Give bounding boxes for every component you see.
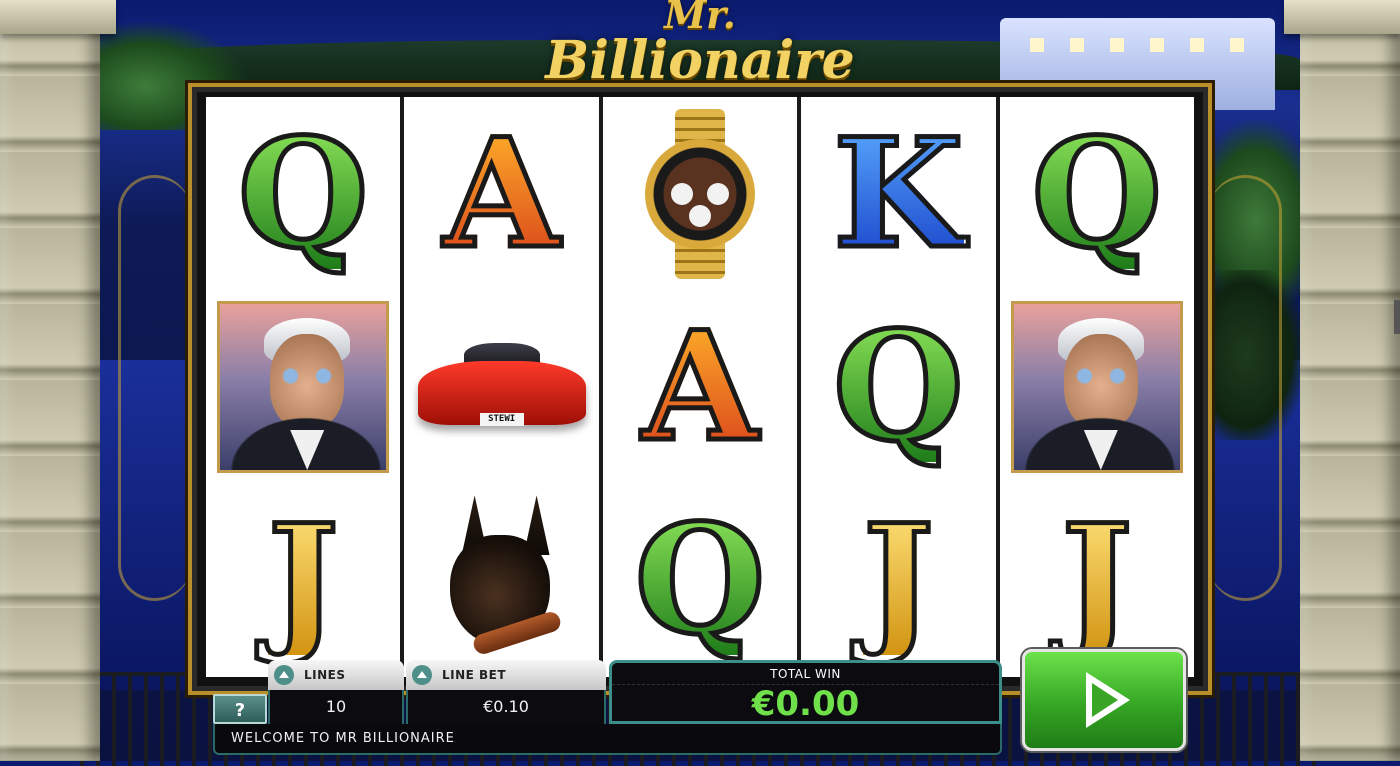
reel-4-symbol-3: J xyxy=(801,484,995,677)
reel-frame: Q J A STEWI A Q K Q J Q J xyxy=(188,83,1212,695)
line-bet-up-arrow-icon[interactable] xyxy=(412,665,432,685)
reel-3: AQ xyxy=(602,97,798,677)
reel-3-symbol-3: Q xyxy=(603,484,797,677)
gold-scroll-left xyxy=(118,175,191,601)
reel-4-symbol-1: K xyxy=(801,97,995,290)
reel-1-symbol-1: Q xyxy=(206,97,400,290)
reel-2-symbol-3 xyxy=(404,484,598,677)
reels: Q J A STEWI A Q K Q J Q J xyxy=(206,97,1195,677)
gold-scroll-right xyxy=(1209,175,1282,601)
sports-car-icon: STEWI xyxy=(417,339,586,435)
reel-4: KQJ xyxy=(801,97,996,677)
reel-1-symbol-2 xyxy=(206,290,400,483)
letter-j-symbol: J xyxy=(860,492,936,669)
stone-pillar-left xyxy=(0,0,116,761)
total-win-amount: €0.00 xyxy=(612,684,999,723)
letter-q-symbol: Q xyxy=(235,105,371,282)
reel-4-symbol-2: Q xyxy=(801,290,995,483)
reel-1: QJ xyxy=(206,97,401,677)
letter-k-symbol: K xyxy=(831,105,966,282)
logo-name: Billionaire xyxy=(545,30,855,91)
line-bet-header[interactable]: LINE BET xyxy=(406,660,606,690)
letter-q-symbol: Q xyxy=(1029,105,1165,282)
spin-button[interactable] xyxy=(1022,649,1186,751)
reel-3-symbol-1 xyxy=(603,97,797,290)
reel-5-symbol-2 xyxy=(1000,290,1194,483)
message-bar: WELCOME TO MR BILLIONAIRE xyxy=(213,724,1002,755)
letter-q-symbol: Q xyxy=(831,298,967,475)
reel-5-symbol-3: J xyxy=(1000,484,1194,677)
gold-watch-icon xyxy=(645,108,756,279)
total-win-label: TOTAL WIN xyxy=(770,667,841,681)
billionaire-portrait-icon xyxy=(1010,300,1183,473)
letter-q-symbol: Q xyxy=(632,492,768,669)
side-tab[interactable] xyxy=(1394,300,1400,334)
game-logo: Mr. Billionaire xyxy=(500,0,900,95)
line-bet-label: LINE BET xyxy=(442,668,507,682)
car-plate: STEWI xyxy=(479,412,524,426)
play-icon xyxy=(1086,672,1130,728)
reel-2: A STEWI xyxy=(404,97,599,677)
reel-5-symbol-1: Q xyxy=(1000,97,1194,290)
doberman-dog-icon xyxy=(432,495,572,665)
line-bet-value: €0.10 xyxy=(406,690,606,724)
reel-2-symbol-1: A xyxy=(404,97,598,290)
lines-control[interactable]: LINES 10 xyxy=(268,660,404,724)
logo-prefix: Mr. xyxy=(664,0,736,37)
lines-label: LINES xyxy=(304,668,346,682)
reel-5: QJ xyxy=(999,97,1195,677)
reel-2-symbol-2: STEWI xyxy=(404,290,598,483)
letter-j-symbol: J xyxy=(265,492,341,669)
letter-a-symbol: A xyxy=(441,105,562,282)
billionaire-portrait-icon xyxy=(217,300,390,473)
total-win-display: TOTAL WIN €0.00 xyxy=(609,660,1002,724)
stone-pillar-right xyxy=(1284,0,1400,761)
letter-a-symbol: A xyxy=(639,298,760,475)
line-bet-control[interactable]: LINE BET €0.10 xyxy=(406,660,606,724)
reel-1-symbol-3: J xyxy=(206,484,400,677)
lines-up-arrow-icon[interactable] xyxy=(274,665,294,685)
letter-j-symbol: J xyxy=(1059,492,1135,669)
lines-header[interactable]: LINES xyxy=(268,660,404,690)
reel-3-symbol-2: A xyxy=(603,290,797,483)
lines-value: 10 xyxy=(268,690,404,724)
help-button[interactable]: ? xyxy=(213,694,267,724)
